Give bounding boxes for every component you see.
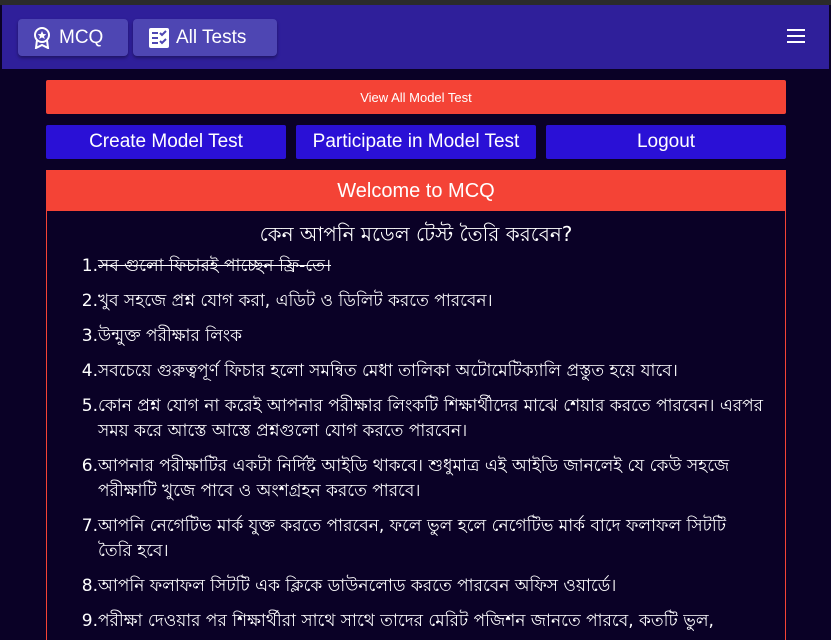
nav-all-tests-label: All Tests bbox=[176, 26, 247, 48]
navbar: MCQ All Tests bbox=[2, 5, 829, 69]
create-model-test-button[interactable]: Create Model Test bbox=[46, 125, 286, 159]
feature-item: 4. সবচেয়ে গুরুত্বপূর্ণ ফিচার হলো সমন্বিত… bbox=[77, 359, 765, 384]
badge-icon bbox=[34, 26, 50, 49]
checklist-icon bbox=[149, 27, 169, 48]
feature-number: 6. bbox=[81, 456, 98, 476]
feature-number: 7. bbox=[81, 516, 98, 536]
feature-number: 2. bbox=[81, 291, 98, 311]
feature-number: 8. bbox=[81, 576, 98, 596]
feature-item: 5. কোন প্রশ্ন যোগ না করেই আপনার পরীক্ষার … bbox=[77, 394, 765, 444]
card-header: Welcome to MCQ bbox=[47, 171, 785, 211]
feature-text: উন্মুক্ত পরীক্ষার লিংক bbox=[98, 326, 242, 346]
nav-mcq-label: MCQ bbox=[59, 26, 104, 48]
feature-text: আপনি নেগেটিভ মার্ক যুক্ত করতে পারবেন, ফল… bbox=[98, 516, 727, 561]
feature-item: 7. আপনি নেগেটিভ মার্ক যুক্ত করতে পারবেন, … bbox=[77, 514, 765, 564]
feature-number: 3. bbox=[81, 326, 98, 346]
feature-text: সবচেয়ে গুরুত্বপূর্ণ ফিচার হলো সমন্বিত ম… bbox=[98, 361, 678, 381]
feature-number: 4. bbox=[81, 361, 98, 381]
feature-item: 3. উন্মুক্ত পরীক্ষার লিংক bbox=[77, 324, 765, 349]
feature-item: 1. সব গুলো ফিচারই পাচ্ছেন ফ্রি-তে। bbox=[77, 254, 765, 279]
feature-list: 1. সব গুলো ফিচারই পাচ্ছেন ফ্রি-তে। 2. খুব … bbox=[47, 254, 785, 634]
welcome-card: Welcome to MCQ কেন আপনি মডেল টেস্ট তৈরি … bbox=[46, 170, 786, 640]
feature-text: কোন প্রশ্ন যোগ না করেই আপনার পরীক্ষার লি… bbox=[98, 396, 764, 441]
feature-item: 6. আপনার পরীক্ষাটির একটা নির্দিষ্ট আইডি থ… bbox=[77, 454, 765, 504]
nav-mcq-button[interactable]: MCQ bbox=[18, 19, 128, 56]
feature-text: সব গুলো ফিচারই পাচ্ছেন ফ্রি-তে। bbox=[98, 256, 332, 276]
feature-text: আপনি ফলাফল সিটটি এক ক্লিকে ডাউনলোড করতে … bbox=[98, 576, 617, 596]
feature-text: পরীক্ষা দেওয়ার পর শিক্ষার্থীরা সাথে সাথ… bbox=[98, 611, 714, 631]
logout-button[interactable]: Logout bbox=[546, 125, 786, 159]
card-title: কেন আপনি মডেল টেস্ট তৈরি করবেন? bbox=[259, 222, 573, 246]
hamburger-menu-icon[interactable] bbox=[787, 29, 805, 45]
feature-text: আপনার পরীক্ষাটির একটা নির্দিষ্ট আইডি থাক… bbox=[98, 456, 730, 501]
view-all-model-test-button[interactable]: View All Model Test bbox=[46, 80, 786, 114]
feature-text: খুব সহজে প্রশ্ন যোগ করা, এডিট ও ডিলিট কর… bbox=[98, 291, 493, 311]
nav-all-tests-button[interactable]: All Tests bbox=[133, 19, 277, 56]
feature-item: 8. আপনি ফলাফল সিটটি এক ক্লিকে ডাউনলোড করত… bbox=[77, 574, 765, 599]
feature-number: 1. bbox=[81, 256, 98, 276]
participate-model-test-button[interactable]: Participate in Model Test bbox=[296, 125, 536, 159]
feature-number: 5. bbox=[81, 396, 98, 416]
feature-item: 9. পরীক্ষা দেওয়ার পর শিক্ষার্থীরা সাথে স… bbox=[77, 609, 765, 634]
feature-number: 9. bbox=[81, 611, 98, 631]
feature-item: 2. খুব সহজে প্রশ্ন যোগ করা, এডিট ও ডিলিট … bbox=[77, 289, 765, 314]
